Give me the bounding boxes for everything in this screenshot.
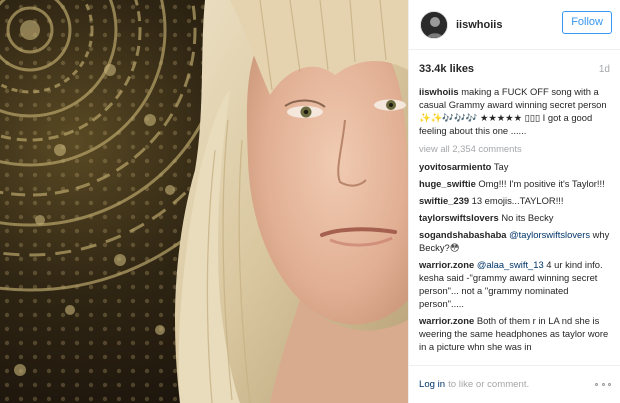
- comment-item: swiftie_239 13 emojis...TAYLOR!!!: [419, 194, 612, 207]
- comment-text: Omg!!! I'm positive it's Taylor!!!: [478, 178, 605, 189]
- login-link[interactable]: Log in: [419, 379, 445, 390]
- more-dot: [601, 382, 605, 386]
- comment-item: warrior.zone Both of them r in LA nd she…: [419, 314, 612, 353]
- view-all-comments-link[interactable]: view all 2,354 comments: [419, 142, 612, 155]
- selfie-image: [0, 0, 408, 403]
- comment-username[interactable]: warrior.zone: [419, 315, 474, 326]
- comment-text: Tay: [493, 161, 509, 172]
- more-dot: [608, 382, 611, 386]
- profile-avatar[interactable]: [420, 10, 448, 39]
- comment-username[interactable]: taylorswiftslovers: [419, 212, 499, 223]
- login-prompt-text: to like or comment.: [448, 379, 530, 390]
- comment-item: huge_swiftie Omg!!! I'm positive it's Ta…: [419, 177, 612, 190]
- comment-username[interactable]: huge_swiftie: [419, 178, 476, 189]
- comment-item: sogandshabashaba @taylorswiftslovers why…: [419, 228, 612, 254]
- comment-username[interactable]: sogandshabashaba: [419, 229, 507, 240]
- post-photo[interactable]: [0, 0, 408, 403]
- more-options-icon[interactable]: [595, 379, 611, 389]
- comment-item: taylorswiftslovers No its Becky: [419, 211, 612, 224]
- comment-username[interactable]: swiftie_239: [419, 195, 469, 206]
- comment-list: iiswhoiis making a FUCK OFF song with a …: [419, 85, 612, 365]
- comment-text: No its Becky: [501, 212, 554, 223]
- comment-username[interactable]: warrior.zone: [419, 259, 474, 270]
- comment-mention[interactable]: @taylorswiftslovers: [509, 229, 590, 240]
- comment-username[interactable]: yovitosarmiento: [419, 161, 491, 172]
- post-username[interactable]: iiswhoiis: [456, 19, 502, 31]
- avatar-image: [421, 11, 447, 38]
- post-caption: iiswhoiis making a FUCK OFF song with a …: [419, 85, 612, 137]
- post-timestamp: 1d: [598, 63, 610, 75]
- comment-mention[interactable]: @alaa_swift_13: [477, 259, 544, 270]
- comments-container: yovitosarmiento Tay huge_swiftie Omg!!! I…: [419, 160, 612, 353]
- more-dot: [595, 382, 598, 386]
- post-header: iiswhoiis Follow: [409, 0, 620, 50]
- like-count[interactable]: 33.4k likes: [419, 63, 474, 75]
- comment-text: 13 emojis...TAYLOR!!!: [471, 195, 564, 206]
- comment-item: yovitosarmiento Tay: [419, 160, 612, 173]
- follow-button[interactable]: Follow: [562, 11, 612, 34]
- post-footer: Log in to like or comment.: [409, 365, 620, 403]
- comment-item: warrior.zone @alaa_swift_13 4 ur kind in…: [419, 258, 612, 310]
- post-details-panel: iiswhoiis Follow 33.4k likes 1d iiswhoii…: [408, 0, 620, 403]
- post-meta: 33.4k likes 1d: [419, 61, 610, 77]
- instagram-post: iiswhoiis Follow 33.4k likes 1d iiswhoii…: [0, 0, 620, 403]
- caption-username[interactable]: iiswhoiis: [419, 86, 459, 97]
